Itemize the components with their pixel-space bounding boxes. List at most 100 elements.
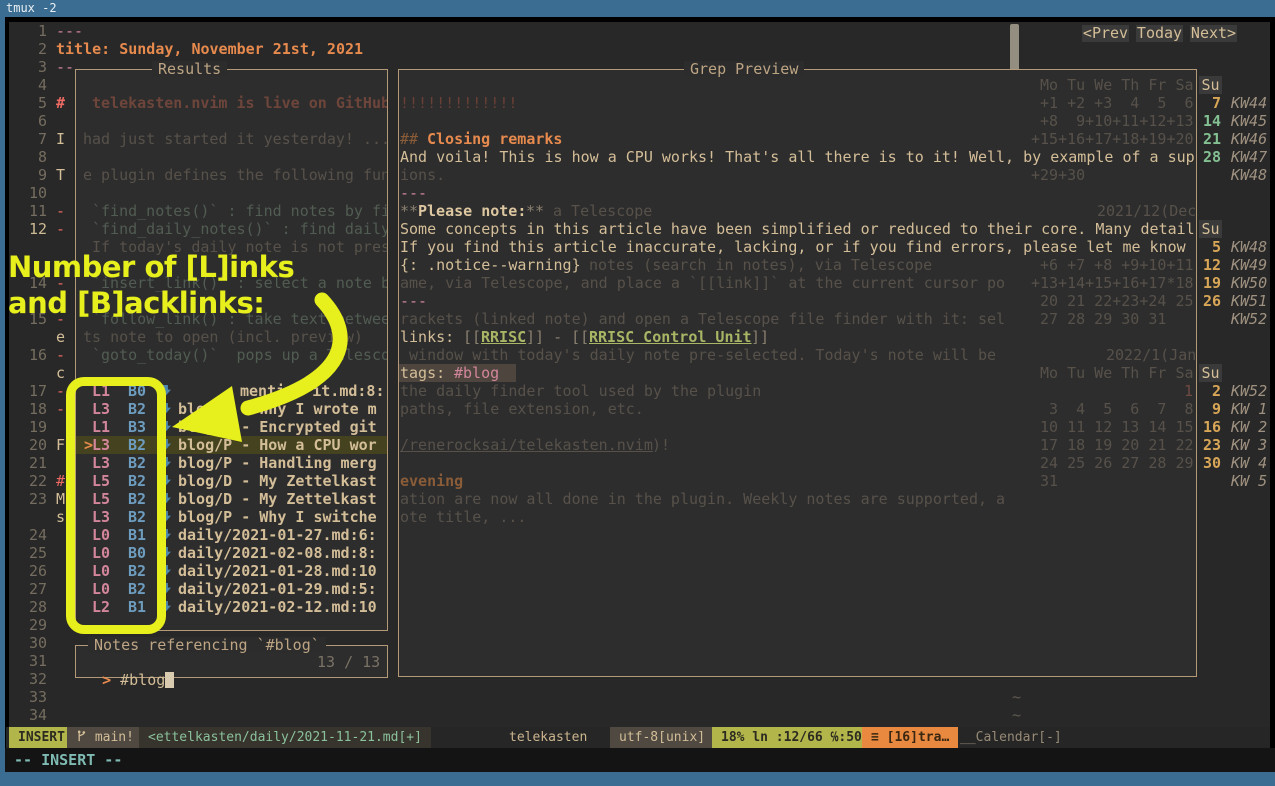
result-filename: daily/2021-01-29.md:5: xyxy=(178,580,377,598)
buffer-text: # xyxy=(56,472,65,490)
prompt-window-title: Notes referencing `#blog` xyxy=(88,637,326,653)
calendar-sunday-date[interactable]: 12 xyxy=(1199,256,1221,274)
line-number: 29 xyxy=(13,616,47,634)
line-number: 23 xyxy=(13,490,47,508)
calendar-sunday-header: Su xyxy=(1199,76,1222,94)
result-filename: blog/P - Encrypted git xyxy=(178,418,377,436)
git-branch-segment: main! xyxy=(67,727,143,748)
line-number: 20 xyxy=(13,436,47,454)
result-filename: daily/2021-02-12.md:10 xyxy=(178,598,377,616)
git-branch-icon xyxy=(76,730,87,743)
line-number: 9 xyxy=(13,166,47,184)
calendar-grid-dim: 1 xyxy=(1184,382,1193,400)
buffer-text: -- xyxy=(56,58,74,76)
dimmed-buffer-text: `find_notes()` : find notes by fil xyxy=(92,202,387,220)
plugin-name: telekasten xyxy=(500,727,596,748)
buffer-text: I xyxy=(56,130,65,148)
annotation-line2: and [B]acklinks: xyxy=(8,286,264,320)
calendar-week-label: KW47 xyxy=(1231,148,1267,166)
calendar-sunday-date[interactable]: 19 xyxy=(1199,274,1221,292)
calendar-sunday-date[interactable]: 9 xyxy=(1199,400,1221,418)
calendar-sunday-date[interactable]: 5 xyxy=(1199,238,1221,256)
buffer-text: - xyxy=(56,400,65,418)
line-number: 22 xyxy=(13,472,47,490)
tmux-title: tmux -2 xyxy=(6,1,57,15)
statusline: INSERT main! <ettelkasten/daily/2021-11-… xyxy=(6,727,1270,748)
result-filename: blog/P - Why I wrote m xyxy=(178,400,377,418)
calendar-grid-dim: 20 21 22+23+24 25 xyxy=(1040,292,1194,310)
preview-line: window with today's daily note pre-selec… xyxy=(399,346,1196,364)
buffer-text: e xyxy=(56,328,65,346)
calendar-grid-dim: 27 28 29 30 31 xyxy=(1040,310,1166,328)
buffer-text: s xyxy=(56,508,65,526)
buffer-text: - xyxy=(56,220,65,238)
annotation-highlight-box xyxy=(66,377,166,634)
list-icon: ≡ xyxy=(871,730,879,745)
line-number: 2 xyxy=(13,40,47,58)
calendar-grid-dim: 10 11 12 13 14 15 xyxy=(1040,418,1194,436)
preview-line: ote title, ... xyxy=(399,508,1196,526)
calendar-week-label: KW 2 xyxy=(1231,418,1267,436)
calendar-sunday-date[interactable]: 16 xyxy=(1199,418,1221,436)
calendar-nav-prev[interactable]: <Prev xyxy=(1082,25,1129,42)
dimmed-buffer-text: telekasten.nvim is live on GitHub! xyxy=(92,94,387,112)
line-number: 24 xyxy=(13,526,47,544)
calendar-nav-next[interactable]: Next> xyxy=(1190,25,1237,42)
calendar-week-label: KW 5 xyxy=(1231,472,1267,490)
result-filename: daily/2021-01-28.md:10 xyxy=(178,562,377,580)
line-number: 16 xyxy=(13,346,47,364)
calendar-grid-dim: +6 +7 +8 +9+10+11 xyxy=(1040,256,1194,274)
buffer-text: F xyxy=(56,436,65,454)
preview-line: links: [[RRISC]] - [[RRISC Control Unit]… xyxy=(399,328,1196,346)
calendar-sunday-date[interactable]: 26 xyxy=(1199,292,1221,310)
command-line: -- INSERT -- xyxy=(5,748,1275,772)
line-number: 3 xyxy=(13,58,47,76)
preview-line: **Please note:**a Telescope xyxy=(399,202,1196,220)
line-number: 33 xyxy=(13,688,47,706)
calendar-grid-dim: +13+14+15+16+17*18 xyxy=(1031,274,1194,292)
line-number: 8 xyxy=(13,148,47,166)
calendar-nav-today[interactable]: Today xyxy=(1136,25,1183,42)
result-filename: blog/P - Why I switche xyxy=(178,508,377,526)
preview-line: Some concepts in this article have been … xyxy=(399,220,1196,238)
calendar-sunday-date[interactable]: 2 xyxy=(1199,382,1221,400)
preview-content: !!!!!!!!!!!!!##Closing remarksAnd voila!… xyxy=(399,70,1196,676)
line-number: 34 xyxy=(13,706,47,724)
line-number: 1 xyxy=(13,22,47,40)
result-filename: blog/P - Handling merg xyxy=(178,454,377,472)
calendar-sunday-date[interactable]: 14 xyxy=(1199,112,1221,130)
calendar-grid-dim: 2022/1(Jan xyxy=(1106,346,1196,364)
prompt-sign: > xyxy=(102,671,111,689)
calendar-week-label: KW46 xyxy=(1231,130,1267,148)
line-number: 26 xyxy=(13,562,47,580)
result-filename: daily/2021-01-27.md:6: xyxy=(178,526,377,544)
buffer-text: - xyxy=(56,382,65,400)
dimmed-buffer-text: had just started it yesterday! ... xyxy=(83,130,387,148)
annotation-line1: Number of [L]inks xyxy=(8,250,294,284)
line-number: 32 xyxy=(13,670,47,688)
calendar-grid-dim: 17 18 19 20 21 22 xyxy=(1040,436,1194,454)
calendar-week-label: KW 1 xyxy=(1231,400,1267,418)
calendar-sunday-date[interactable]: 28 xyxy=(1199,148,1221,166)
calendar-grid-dim: Mo Tu We Th Fr Sa xyxy=(1040,364,1194,382)
preview-line: the daily finder tool used by the plugin xyxy=(399,382,1196,400)
line-number: 18 xyxy=(13,400,47,418)
calendar-grid-dim: +29+30 xyxy=(1031,166,1085,184)
calendar-grid-dim: +8 9+10+11+12+13 xyxy=(1040,112,1194,130)
result-filename: daily/2021-02-08.md:8: xyxy=(178,544,377,562)
calendar-week-label: KW45 xyxy=(1231,112,1267,130)
calendar-sunday-date[interactable]: 30 xyxy=(1199,454,1221,472)
prompt-input[interactable]: > #blog xyxy=(84,653,174,671)
buffer-text: title: Sunday, November 21st, 2021 xyxy=(56,40,363,58)
line-number: 27 xyxy=(13,580,47,598)
tmux-title-bar: tmux -2 xyxy=(0,0,1275,17)
calendar-week-label: KW 3 xyxy=(1231,436,1267,454)
buffer-text: T xyxy=(56,166,65,184)
calendar-sunday-date[interactable]: 21 xyxy=(1199,130,1221,148)
result-filename: blog/D - My Zettelkast xyxy=(178,472,377,490)
calendar-sunday-date[interactable]: 23 xyxy=(1199,436,1221,454)
calendar-buffer-label: __Calendar[-] xyxy=(951,727,1071,748)
calendar-sunday-date[interactable]: 7 xyxy=(1199,94,1221,112)
calendar-week-label: KW49 xyxy=(1231,256,1267,274)
buffer-text: # xyxy=(56,94,65,112)
